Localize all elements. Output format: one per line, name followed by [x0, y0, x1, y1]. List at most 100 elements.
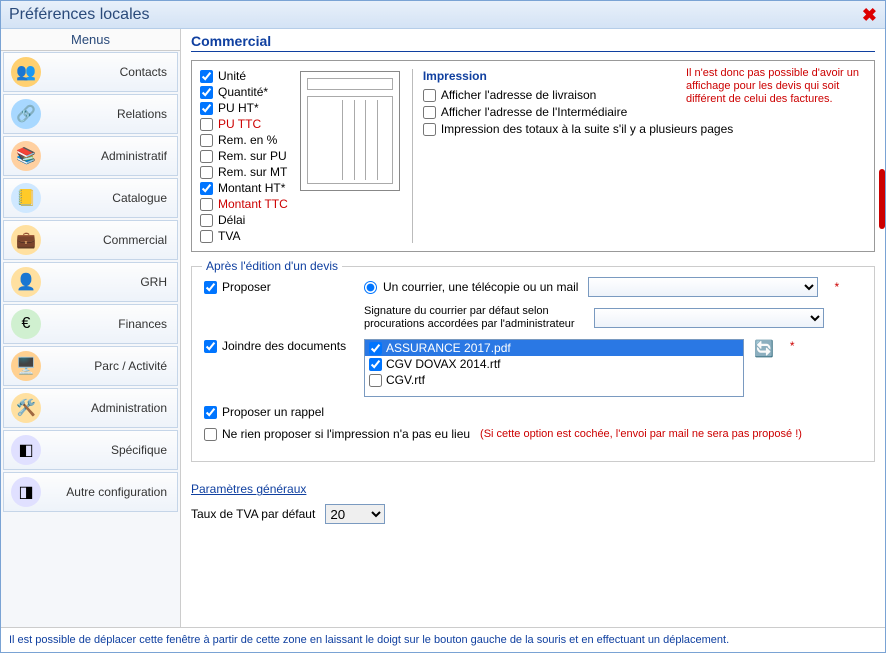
doc-label-0: ASSURANCE 2017.pdf	[386, 341, 511, 355]
footer-hint: Il est possible de déplacer cette fenêtr…	[1, 627, 885, 652]
required-asterisk: *	[790, 339, 795, 353]
label-col-7: Montant HT*	[218, 181, 285, 195]
radio-courrier-mail[interactable]	[364, 281, 377, 294]
checkbox-col-9[interactable]	[200, 214, 213, 227]
checkbox-col-4[interactable]	[200, 134, 213, 147]
required-asterisk: *	[834, 280, 839, 294]
checkbox-proposer[interactable]	[204, 281, 217, 294]
catalogue-icon: 📒	[10, 182, 42, 214]
specifique-icon: ◧	[10, 434, 42, 466]
checkbox-col-5[interactable]	[200, 150, 213, 163]
sidebar-item-commercial[interactable]: 💼 Commercial	[3, 220, 178, 260]
label-radio-courrier: Un courrier, une télécopie ou un mail	[383, 280, 578, 294]
administratif-icon: 📚	[10, 140, 42, 172]
checkbox-col-0[interactable]	[200, 70, 213, 83]
sidebar-item-label: Relations	[46, 107, 177, 121]
checkbox-doc-1[interactable]	[369, 358, 382, 371]
after-edit-fieldset: Après l'édition d'un devis Proposer Un c…	[191, 266, 875, 462]
label-adresse-intermediaire: Afficher l'adresse de l'Intermédiaire	[441, 105, 627, 119]
label-rappel: Proposer un rappel	[222, 405, 324, 419]
checkbox-totaux-suite[interactable]	[423, 123, 436, 136]
sidebar-item-relations[interactable]: 🔗 Relations	[3, 94, 178, 134]
sidebar-item-label: Administratif	[46, 149, 177, 163]
doc-label-2: CGV.rtf	[386, 373, 425, 387]
sidebar-item-finances[interactable]: € Finances	[3, 304, 178, 344]
sidebar: Menus 👥 Contacts 🔗 Relations 📚 Administr…	[1, 29, 181, 627]
label-totaux-suite: Impression des totaux à la suite s'il y …	[441, 122, 621, 136]
relations-icon: 🔗	[10, 98, 42, 130]
sidebar-item-administratif[interactable]: 📚 Administratif	[3, 136, 178, 176]
doc-item-0[interactable]: ASSURANCE 2017.pdf	[365, 340, 743, 356]
after-edit-legend: Après l'édition d'un devis	[202, 259, 342, 273]
checkbox-rappel[interactable]	[204, 406, 217, 419]
label-col-6: Rem. sur MT	[218, 165, 287, 179]
checkbox-doc-2[interactable]	[369, 374, 382, 387]
sidebar-item-contacts[interactable]: 👥 Contacts	[3, 52, 178, 92]
grh-icon: 👤	[10, 266, 42, 298]
sidebar-item-parc[interactable]: 🖥️ Parc / Activité	[3, 346, 178, 386]
select-tva[interactable]: 20	[325, 504, 385, 524]
checkbox-col-3[interactable]	[200, 118, 213, 131]
label-proposer: Proposer	[222, 280, 271, 294]
label-col-1: Quantité*	[218, 85, 268, 99]
label-adresse-livraison: Afficher l'adresse de livraison	[441, 88, 596, 102]
sidebar-item-catalogue[interactable]: 📒 Catalogue	[3, 178, 178, 218]
impression-box: Impression Afficher l'adresse de livrais…	[412, 69, 627, 243]
section-title: Commercial	[191, 33, 875, 52]
sidebar-item-specifique[interactable]: ◧ Spécifique	[3, 430, 178, 470]
checkbox-col-6[interactable]	[200, 166, 213, 179]
checkbox-col-10[interactable]	[200, 230, 213, 243]
content-area: 🔭 Commercial UnitéQuantité*PU HT*PU TTCR…	[181, 29, 885, 627]
sidebar-item-label: Finances	[46, 317, 177, 331]
checkbox-adresse-intermediaire[interactable]	[423, 106, 436, 119]
select-courrier[interactable]	[588, 277, 818, 297]
sidebar-item-label: Catalogue	[46, 191, 177, 205]
checkbox-col-8[interactable]	[200, 198, 213, 211]
sidebar-item-administration[interactable]: 🛠️ Administration	[3, 388, 178, 428]
label-joindre: Joindre des documents	[222, 339, 346, 353]
select-signature[interactable]	[594, 308, 824, 328]
sidebar-item-label: Commercial	[46, 233, 177, 247]
label-noimpr: Ne rien proposer si l'impression n'a pas…	[222, 427, 470, 441]
finances-icon: €	[10, 308, 42, 340]
checkbox-col-1[interactable]	[200, 86, 213, 99]
top-warning: Il n'est donc pas possible d'avoir un af…	[686, 67, 866, 107]
scrollbar-thumb[interactable]	[879, 169, 885, 229]
checkbox-col-7[interactable]	[200, 182, 213, 195]
sidebar-item-autreconfig[interactable]: ◨ Autre configuration	[3, 472, 178, 512]
autreconfig-icon: ◨	[10, 476, 42, 508]
label-col-3: PU TTC	[218, 117, 261, 131]
label-col-0: Unité	[218, 69, 246, 83]
sidebar-item-label: Autre configuration	[46, 485, 177, 499]
checkbox-joindre[interactable]	[204, 340, 217, 353]
window-title: Préférences locales	[9, 6, 150, 24]
doc-item-2[interactable]: CGV.rtf	[365, 372, 743, 388]
document-preview	[300, 71, 400, 191]
label-col-9: Délai	[218, 213, 245, 227]
noimpr-note: (Si cette option est cochée, l'envoi par…	[480, 428, 802, 440]
sidebar-item-label: GRH	[46, 275, 177, 289]
documents-list[interactable]: ASSURANCE 2017.pdf CGV DOVAX 2014.rtf CGV.…	[364, 339, 744, 397]
refresh-icon[interactable]: 🔄	[754, 339, 774, 359]
checkbox-noimpr[interactable]	[204, 428, 217, 441]
close-icon[interactable]: ✖	[862, 5, 877, 26]
commercial-icon: 💼	[10, 224, 42, 256]
label-col-2: PU HT*	[218, 101, 259, 115]
tva-label: Taux de TVA par défaut	[191, 507, 315, 521]
impression-title: Impression	[423, 69, 627, 83]
checkbox-col-2[interactable]	[200, 102, 213, 115]
params-title: Paramètres généraux	[191, 482, 306, 496]
sidebar-item-grh[interactable]: 👤 GRH	[3, 262, 178, 302]
checkbox-adresse-livraison[interactable]	[423, 89, 436, 102]
label-col-4: Rem. en %	[218, 133, 277, 147]
checkbox-doc-0[interactable]	[369, 342, 382, 355]
menus-header: Menus	[1, 29, 180, 51]
sidebar-item-label: Parc / Activité	[46, 359, 177, 373]
doc-item-1[interactable]: CGV DOVAX 2014.rtf	[365, 356, 743, 372]
sidebar-item-label: Spécifique	[46, 443, 177, 457]
columns-box: Unité Quantité* PU HT* PU TTC Rem. en % Rem. …	[191, 60, 875, 252]
label-col-5: Rem. sur PU	[218, 149, 287, 163]
sidebar-item-label: Administration	[46, 401, 177, 415]
titlebar: Préférences locales ✖	[1, 1, 885, 29]
doc-label-1: CGV DOVAX 2014.rtf	[386, 357, 501, 371]
